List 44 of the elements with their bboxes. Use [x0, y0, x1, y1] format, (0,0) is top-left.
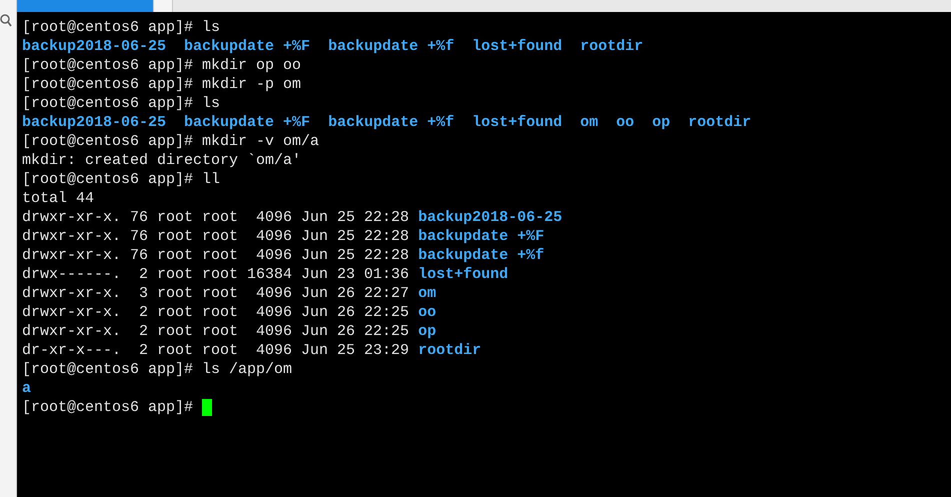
terminal-line: drwx------. 2 root root 16384 Jun 23 01:36	[22, 265, 410, 284]
terminal-line: mkdir: created directory `om/a'	[22, 151, 302, 170]
directory-name: backupdate +%f	[418, 246, 544, 265]
directory-name: backupdate +%f	[328, 113, 454, 132]
terminal-line: [root@centos6 app]# ls	[22, 18, 220, 37]
directory-name: backupdate +%F	[184, 113, 310, 132]
terminal-line: dr-xr-x---. 2 root root 4096 Jun 25 23:29	[22, 341, 410, 360]
terminal-line: drwxr-xr-x. 2 root root 4096 Jun 26 22:25	[22, 303, 410, 322]
terminal-line: [root@centos6 app]#	[22, 398, 194, 417]
directory-name: oo	[616, 113, 634, 132]
directory-name: a	[22, 379, 32, 398]
directory-name: om	[418, 284, 436, 303]
terminal-line: drwxr-xr-x. 76 root root 4096 Jun 25 22:28	[22, 208, 410, 227]
terminal-line: drwxr-xr-x. 3 root root 4096 Jun 26 22:27	[22, 284, 410, 303]
directory-name: backupdate +%F	[418, 227, 544, 246]
search-icon[interactable]	[0, 14, 12, 28]
terminal-line: [root@centos6 app]# ll	[22, 170, 220, 189]
directory-name: backupdate +%f	[328, 37, 454, 56]
terminal-line: total 44	[22, 189, 94, 208]
terminal-line: drwxr-xr-x. 76 root root 4096 Jun 25 22:28	[22, 227, 410, 246]
directory-name: rootdir	[580, 37, 644, 56]
directory-name: backup2018-06-25	[22, 37, 166, 56]
directory-name: oo	[418, 303, 436, 322]
terminal-line: [root@centos6 app]# ls	[22, 94, 220, 113]
directory-name: rootdir	[688, 113, 752, 132]
directory-name: op	[418, 322, 436, 341]
directory-name: lost+found	[418, 265, 508, 284]
terminal-line: [root@centos6 app]# mkdir -p om	[22, 75, 302, 94]
terminal-line: drwxr-xr-x. 2 root root 4096 Jun 26 22:25	[22, 322, 410, 341]
directory-name: lost+found	[472, 113, 562, 132]
directory-name: backup2018-06-25	[418, 208, 562, 227]
directory-name: op	[652, 113, 670, 132]
session-tab[interactable]	[17, 0, 153, 12]
terminal-line: [root@centos6 app]# mkdir -v om/a	[22, 132, 320, 151]
directory-name: lost+found	[472, 37, 562, 56]
new-tab-button[interactable]	[153, 0, 173, 12]
directory-name: om	[580, 113, 598, 132]
cursor	[202, 399, 212, 416]
directory-name: backupdate +%F	[184, 37, 310, 56]
directory-name: backup2018-06-25	[22, 113, 166, 132]
directory-name: rootdir	[418, 341, 482, 360]
terminal-line: [root@centos6 app]# mkdir op oo	[22, 56, 302, 75]
terminal-line: drwxr-xr-x. 76 root root 4096 Jun 25 22:28	[22, 246, 410, 265]
terminal-line: [root@centos6 app]# ls /app/om	[22, 360, 292, 379]
